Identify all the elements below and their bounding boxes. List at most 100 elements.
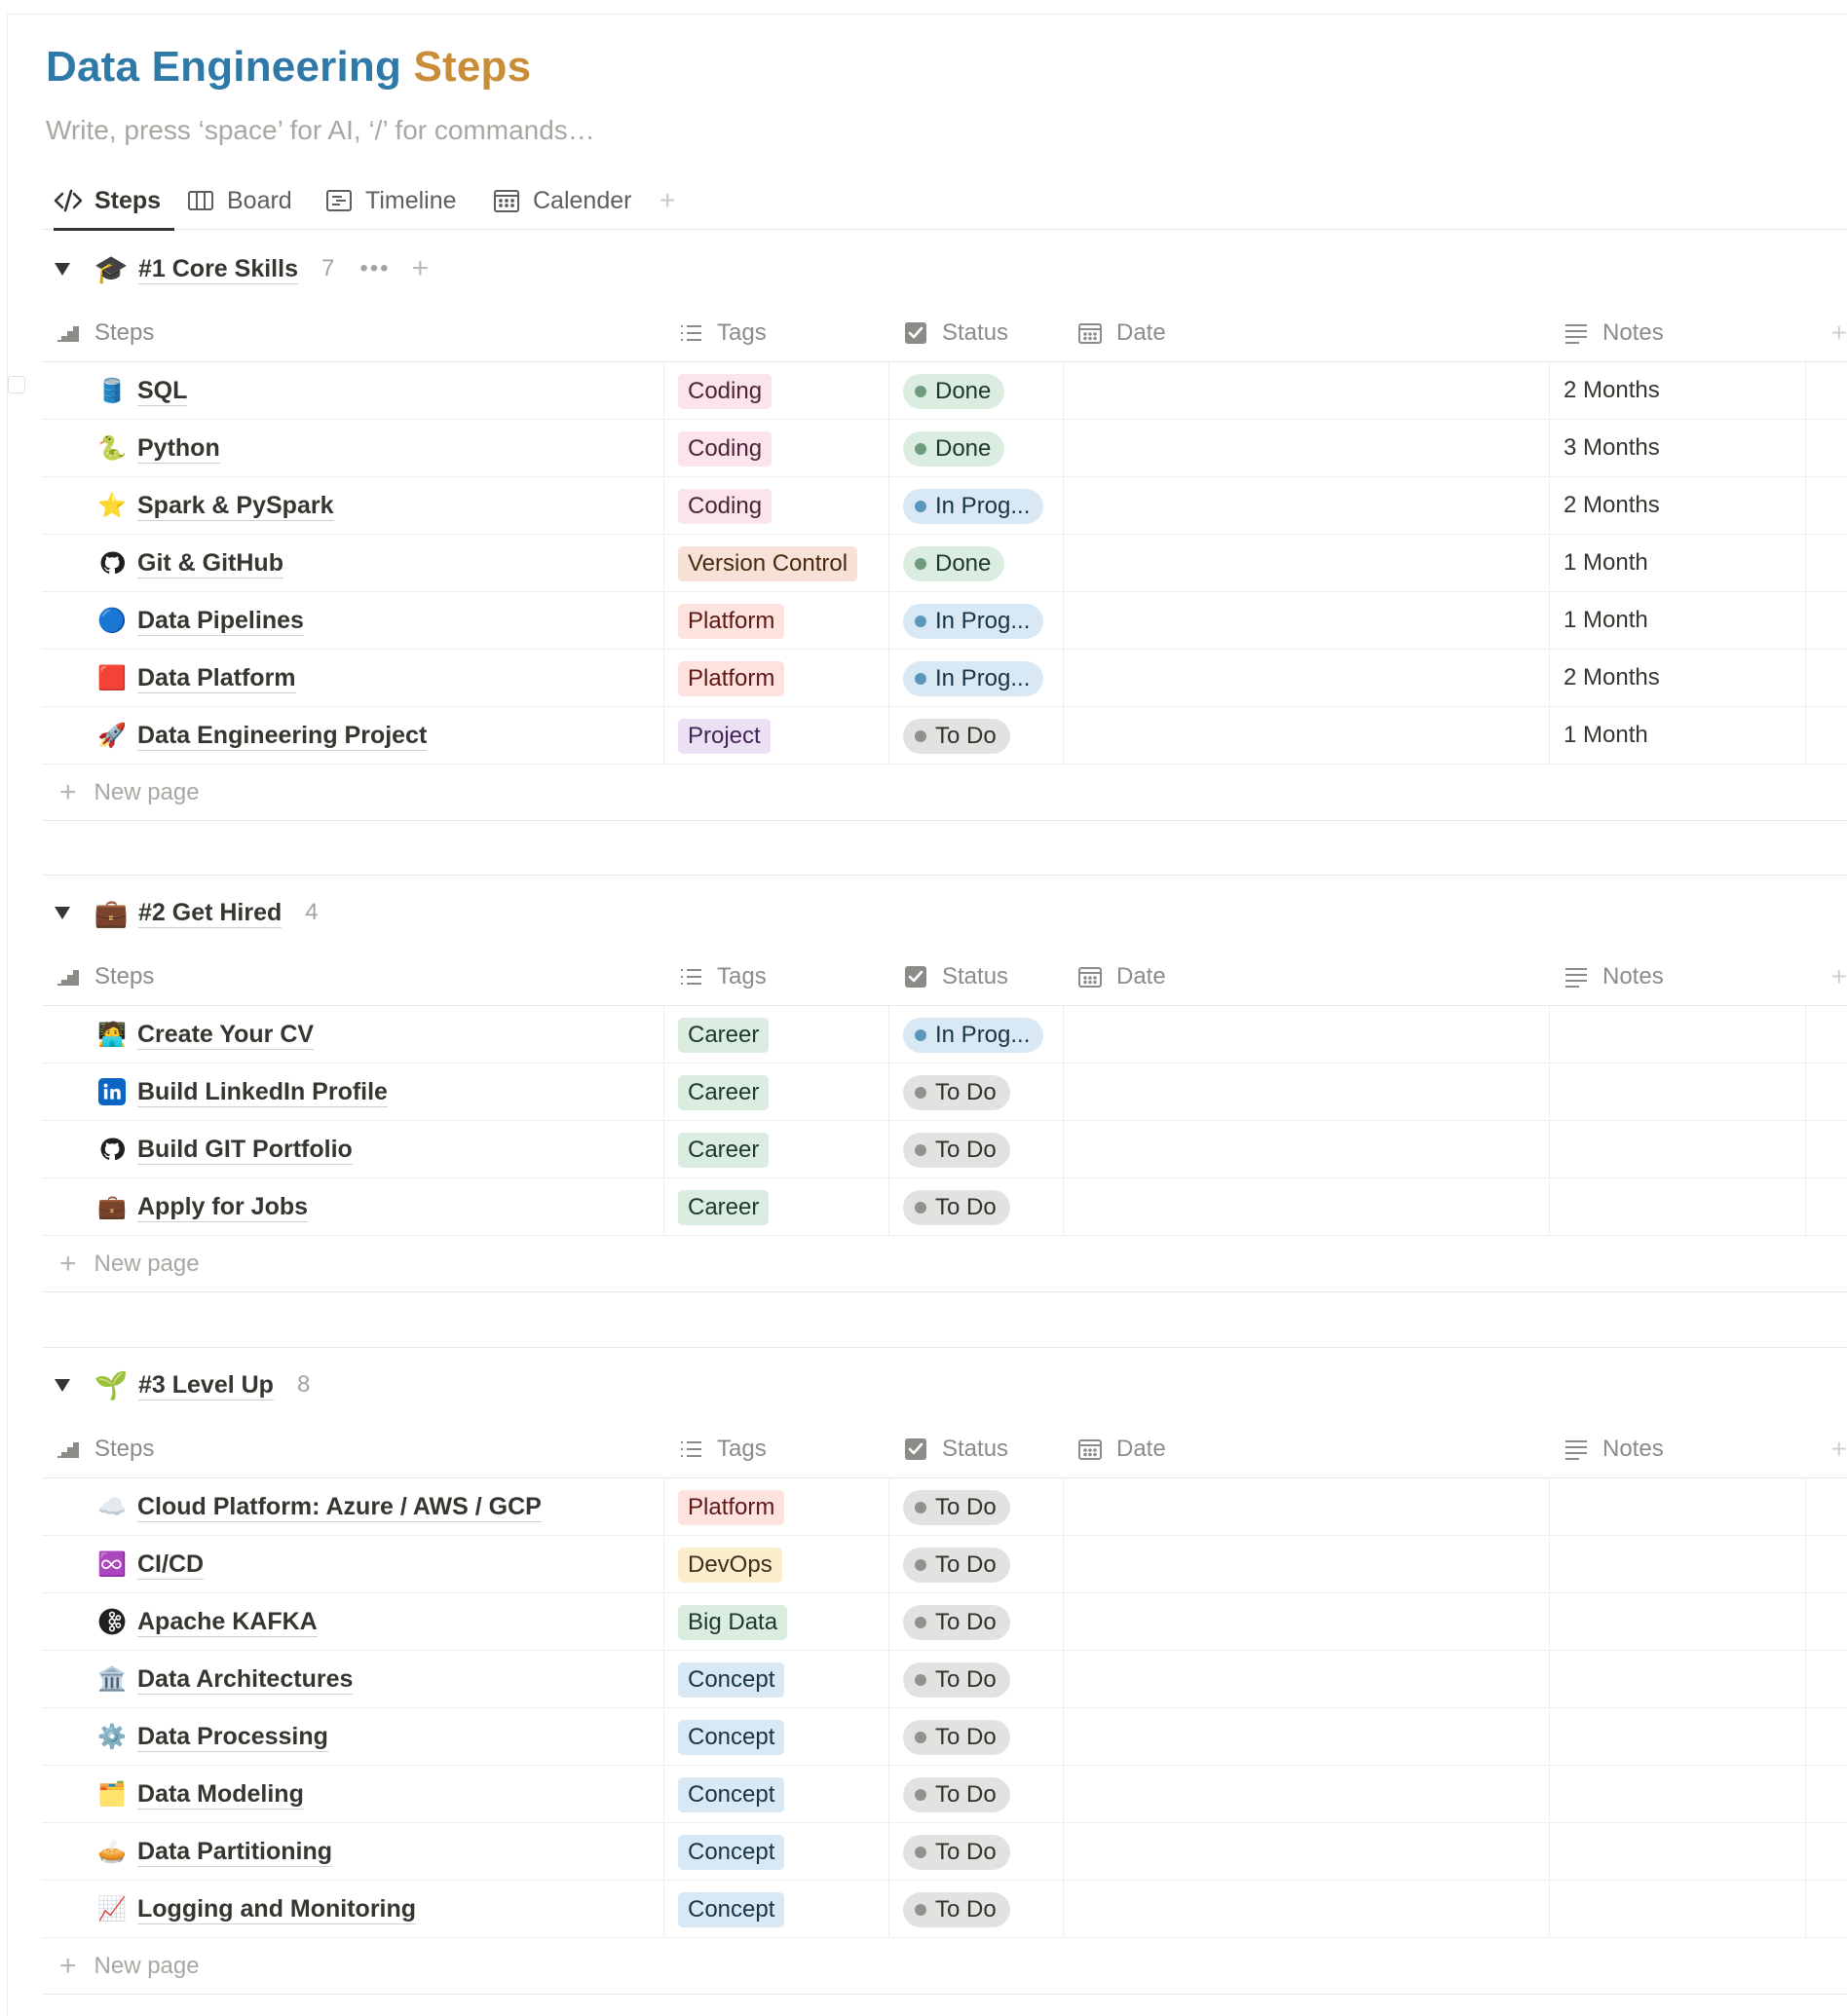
- column-header-tags[interactable]: Tags: [678, 304, 767, 362]
- tag-cell[interactable]: Concept: [678, 1777, 785, 1812]
- tag-cell[interactable]: Career: [678, 1190, 770, 1225]
- table-row[interactable]: 🧑‍💻 Create Your CV Career In Prog...: [42, 1006, 1847, 1064]
- step-name[interactable]: Data Processing: [137, 1722, 328, 1752]
- step-cell[interactable]: 🚀 Data Engineering Project: [96, 707, 428, 764]
- status-cell[interactable]: To Do: [903, 1605, 1010, 1640]
- add-column-button[interactable]: +: [1831, 1434, 1847, 1465]
- table-row[interactable]: 🚀 Data Engineering Project Project To Do 1 M…: [42, 707, 1847, 765]
- group-title[interactable]: #1 Core Skills: [138, 254, 298, 284]
- tag-cell[interactable]: Concept: [678, 1892, 785, 1927]
- status-cell[interactable]: Done: [903, 546, 1005, 581]
- table-row[interactable]: Build GIT Portfolio Career To Do: [42, 1121, 1847, 1178]
- column-header-notes[interactable]: Notes: [1564, 1420, 1664, 1478]
- group-add-button[interactable]: +: [412, 252, 430, 285]
- table-row[interactable]: ⚙️ Data Processing Concept To Do: [42, 1708, 1847, 1766]
- step-cell[interactable]: 💼 Apply for Jobs: [96, 1178, 309, 1235]
- page-placeholder[interactable]: Write, press ‘space’ for AI, ‘/’ for com…: [46, 115, 595, 146]
- notes-cell[interactable]: 1 Month: [1564, 707, 1648, 764]
- new-page-button[interactable]: + New page: [42, 765, 1847, 821]
- status-cell[interactable]: In Prog...: [903, 661, 1044, 696]
- page-title[interactable]: Data Engineering Steps: [46, 43, 531, 92]
- status-cell[interactable]: To Do: [903, 1777, 1010, 1812]
- step-name[interactable]: CI/CD: [137, 1549, 205, 1580]
- tag-cell[interactable]: Big Data: [678, 1605, 788, 1640]
- table-row[interactable]: Apache KAFKA Big Data To Do: [42, 1593, 1847, 1651]
- tag-cell[interactable]: Career: [678, 1133, 770, 1168]
- step-cell[interactable]: 🏛️ Data Architectures: [96, 1651, 354, 1707]
- column-header-notes[interactable]: Notes: [1564, 304, 1664, 362]
- table-row[interactable]: Build LinkedIn Profile Career To Do: [42, 1064, 1847, 1121]
- step-cell[interactable]: Build LinkedIn Profile: [96, 1064, 388, 1120]
- status-cell[interactable]: To Do: [903, 1548, 1010, 1583]
- group-header[interactable]: 🎓 #1 Core Skills 7 ••• +: [42, 240, 1847, 298]
- step-cell[interactable]: 🥧 Data Partitioning: [96, 1823, 333, 1880]
- status-cell[interactable]: To Do: [903, 1662, 1010, 1698]
- step-name[interactable]: Create Your CV: [137, 1020, 315, 1050]
- status-cell[interactable]: In Prog...: [903, 604, 1044, 639]
- column-header-steps[interactable]: Steps: [56, 1420, 154, 1478]
- step-cell[interactable]: 🗂️ Data Modeling: [96, 1766, 304, 1822]
- step-name[interactable]: Git & GitHub: [137, 548, 283, 579]
- collapse-toggle-icon[interactable]: [55, 1378, 70, 1392]
- step-name[interactable]: Build GIT Portfolio: [137, 1135, 353, 1165]
- step-name[interactable]: Data Pipelines: [137, 606, 304, 636]
- column-header-steps[interactable]: Steps: [56, 948, 154, 1006]
- step-cell[interactable]: 🛢️ SQL: [96, 362, 188, 419]
- tag-cell[interactable]: Platform: [678, 661, 785, 696]
- notes-cell[interactable]: 2 Months: [1564, 650, 1660, 706]
- status-cell[interactable]: To Do: [903, 1133, 1010, 1168]
- column-header-tags[interactable]: Tags: [678, 1420, 767, 1478]
- tag-cell[interactable]: Career: [678, 1075, 770, 1110]
- step-name[interactable]: Data Architectures: [137, 1664, 354, 1695]
- step-cell[interactable]: Apache KAFKA: [96, 1593, 318, 1650]
- table-row[interactable]: 🗂️ Data Modeling Concept To Do: [42, 1766, 1847, 1823]
- notes-cell[interactable]: 1 Month: [1564, 535, 1648, 591]
- status-cell[interactable]: To Do: [903, 1190, 1010, 1225]
- step-name[interactable]: Logging and Monitoring: [137, 1894, 417, 1924]
- table-row[interactable]: 💼 Apply for Jobs Career To Do: [42, 1178, 1847, 1236]
- column-header-date[interactable]: Date: [1077, 304, 1166, 362]
- tag-cell[interactable]: Version Control: [678, 546, 858, 581]
- table-row[interactable]: 🐍 Python Coding Done 3 Months: [42, 420, 1847, 477]
- column-header-date[interactable]: Date: [1077, 1420, 1166, 1478]
- notes-cell[interactable]: 1 Month: [1564, 592, 1648, 649]
- column-header-status[interactable]: Status: [903, 948, 1008, 1006]
- status-cell[interactable]: In Prog...: [903, 1018, 1044, 1053]
- step-name[interactable]: Build LinkedIn Profile: [137, 1077, 388, 1107]
- status-cell[interactable]: To Do: [903, 1835, 1010, 1870]
- tag-cell[interactable]: Platform: [678, 604, 785, 639]
- column-header-date[interactable]: Date: [1077, 948, 1166, 1006]
- step-name[interactable]: Data Platform: [137, 663, 296, 693]
- step-name[interactable]: Spark & PySpark: [137, 491, 334, 521]
- step-name[interactable]: Apache KAFKA: [137, 1607, 318, 1637]
- tag-cell[interactable]: Concept: [678, 1720, 785, 1755]
- group-header[interactable]: 💼 #2 Get Hired 4: [42, 883, 1847, 942]
- step-cell[interactable]: 🐍 Python: [96, 420, 220, 476]
- table-row[interactable]: 🟥 Data Platform Platform In Prog... 2 Months: [42, 650, 1847, 707]
- step-cell[interactable]: Git & GitHub: [96, 535, 283, 591]
- add-view-button[interactable]: +: [660, 185, 675, 216]
- tab-timeline[interactable]: Timeline: [324, 171, 457, 230]
- table-row[interactable]: Git & GitHub Version Control Done 1 Month: [42, 535, 1847, 592]
- group-title[interactable]: #2 Get Hired: [138, 898, 283, 928]
- table-row[interactable]: ☁️ Cloud Platform: Azure / AWS / GCP Platf…: [42, 1478, 1847, 1536]
- step-name[interactable]: Apply for Jobs: [137, 1192, 309, 1222]
- tag-cell[interactable]: Concept: [678, 1835, 785, 1870]
- tag-cell[interactable]: DevOps: [678, 1548, 782, 1583]
- tab-board[interactable]: Board: [186, 171, 292, 230]
- group-more-icon[interactable]: •••: [359, 255, 390, 282]
- table-row[interactable]: 🔵 Data Pipelines Platform In Prog... 1 Month: [42, 592, 1847, 650]
- tag-cell[interactable]: Coding: [678, 431, 773, 467]
- column-header-notes[interactable]: Notes: [1564, 948, 1664, 1006]
- tag-cell[interactable]: Career: [678, 1018, 770, 1053]
- status-cell[interactable]: Done: [903, 431, 1005, 467]
- status-cell[interactable]: To Do: [903, 1490, 1010, 1525]
- status-cell[interactable]: To Do: [903, 1720, 1010, 1755]
- tag-cell[interactable]: Project: [678, 719, 771, 754]
- group-header[interactable]: 🌱 #3 Level Up 8: [42, 1356, 1847, 1414]
- table-row[interactable]: 🏛️ Data Architectures Concept To Do: [42, 1651, 1847, 1708]
- notes-cell[interactable]: 3 Months: [1564, 420, 1660, 476]
- step-cell[interactable]: Build GIT Portfolio: [96, 1121, 353, 1177]
- step-name[interactable]: Data Partitioning: [137, 1837, 333, 1867]
- step-name[interactable]: SQL: [137, 376, 188, 406]
